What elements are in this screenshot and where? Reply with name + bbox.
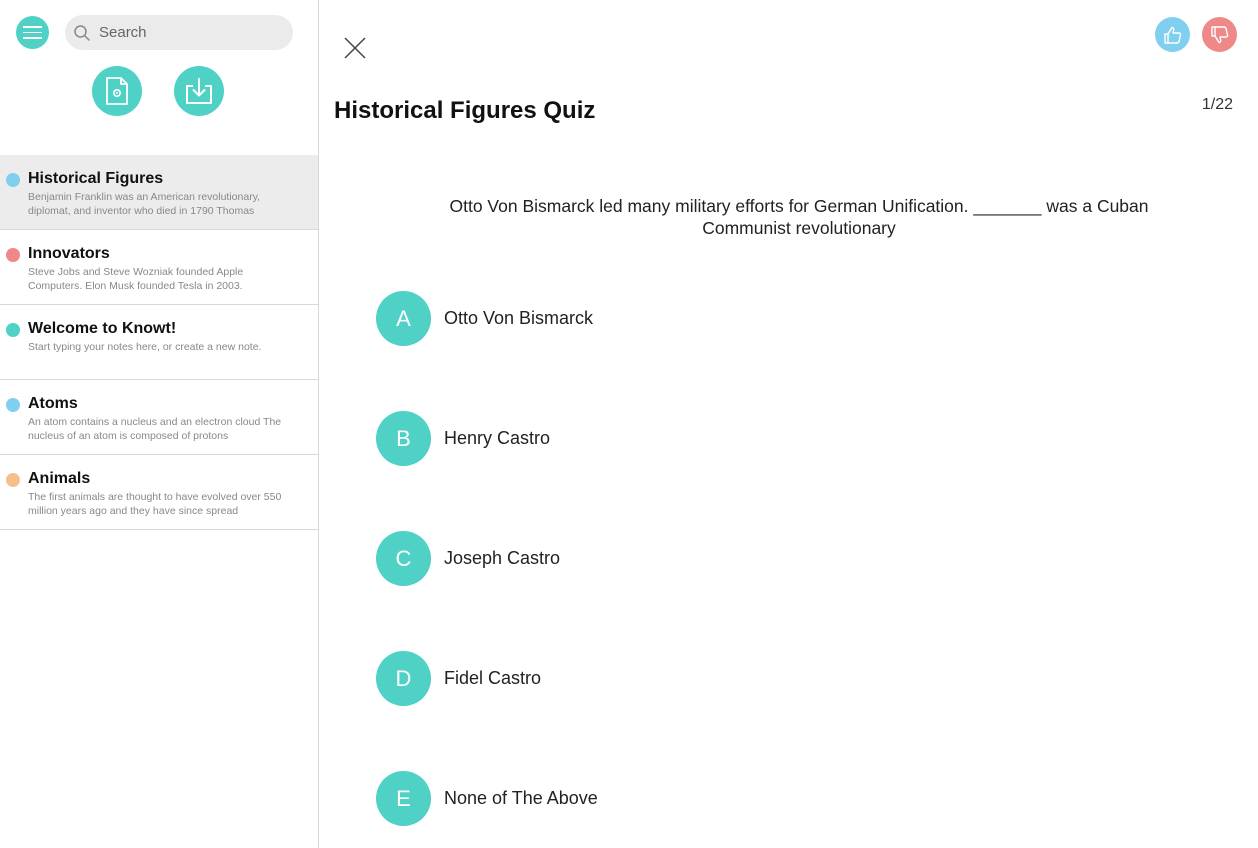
quiz-title: Historical Figures Quiz xyxy=(334,97,596,124)
option-text: Joseph Castro xyxy=(444,548,561,568)
note-title: Historical Figures xyxy=(28,170,164,187)
note-snippet: Start typing your notes here, or create … xyxy=(28,341,262,353)
note-item-innovators[interactable]: Innovators Steve Jobs and Steve Wozniak … xyxy=(0,230,318,305)
note-snippet: Steve Jobs and Steve Wozniak founded App… xyxy=(28,266,244,292)
question-counter: 1/22 xyxy=(1201,96,1233,113)
note-title: Animals xyxy=(28,470,91,487)
note-title: Atoms xyxy=(28,395,78,412)
note-color-dot xyxy=(6,323,20,337)
note-color-dot xyxy=(6,398,20,412)
option-letter-badge: A xyxy=(376,291,431,346)
note-title: Welcome to Knowt! xyxy=(28,320,177,337)
hamburger-icon-line xyxy=(23,31,42,34)
note-snippet: The first animals are thought to have ev… xyxy=(28,491,282,517)
search-input[interactable] xyxy=(99,24,279,41)
option-text: None of The Above xyxy=(444,788,598,808)
hamburger-icon-line xyxy=(23,26,42,28)
answer-option-c[interactable]: C Joseph Castro xyxy=(376,531,560,586)
note-snippet: An atom contains a nucleus and an electr… xyxy=(28,416,282,442)
hamburger-icon-line xyxy=(23,37,42,39)
note-color-dot xyxy=(6,473,20,487)
question-text: Otto Von Bismarck led many military effo… xyxy=(449,196,1149,238)
answer-option-b[interactable]: B Henry Castro xyxy=(376,411,550,466)
option-letter-badge: B xyxy=(376,411,431,466)
close-button[interactable] xyxy=(343,36,367,60)
note-item-atoms[interactable]: Atoms An atom contains a nucleus and an … xyxy=(0,380,318,455)
note-item-historical-figures[interactable]: Historical Figures Benjamin Franklin was… xyxy=(0,155,318,230)
thumbs-down-icon xyxy=(1210,25,1228,43)
notes-list: Historical Figures Benjamin Franklin was… xyxy=(0,155,318,530)
sidebar: Historical Figures Benjamin Franklin was… xyxy=(0,0,319,848)
note-color-dot xyxy=(6,173,20,187)
like-button[interactable] xyxy=(1155,17,1190,52)
note-snippet: Benjamin Franklin was an American revolu… xyxy=(28,191,261,217)
note-item-animals[interactable]: Animals The first animals are thought to… xyxy=(0,455,318,530)
answer-option-e[interactable]: E None of The Above xyxy=(376,771,598,826)
download-icon xyxy=(186,78,212,104)
menu-button[interactable] xyxy=(16,16,49,49)
close-icon xyxy=(344,37,366,59)
note-title: Innovators xyxy=(28,245,110,262)
new-document-icon xyxy=(106,77,128,105)
quiz-panel: Historical Figures Quiz 1/22 Otto Von Bi… xyxy=(319,0,1258,848)
answer-option-d[interactable]: D Fidel Castro xyxy=(376,651,541,706)
import-button[interactable] xyxy=(174,66,224,116)
note-item-welcome[interactable]: Welcome to Knowt! Start typing your note… xyxy=(0,305,318,380)
option-letter-badge: D xyxy=(376,651,431,706)
option-text: Otto Von Bismarck xyxy=(444,308,594,328)
option-text: Henry Castro xyxy=(444,428,551,448)
option-letter-badge: C xyxy=(376,531,431,586)
option-letter-badge: E xyxy=(376,771,431,826)
note-color-dot xyxy=(6,248,20,262)
answer-option-a[interactable]: A Otto Von Bismarck xyxy=(376,291,593,346)
search-bar[interactable] xyxy=(65,15,293,50)
dislike-button[interactable] xyxy=(1202,17,1237,52)
thumbs-up-icon xyxy=(1163,26,1181,44)
option-text: Fidel Castro xyxy=(444,668,542,688)
search-icon xyxy=(74,24,90,41)
new-note-button[interactable] xyxy=(92,66,142,116)
